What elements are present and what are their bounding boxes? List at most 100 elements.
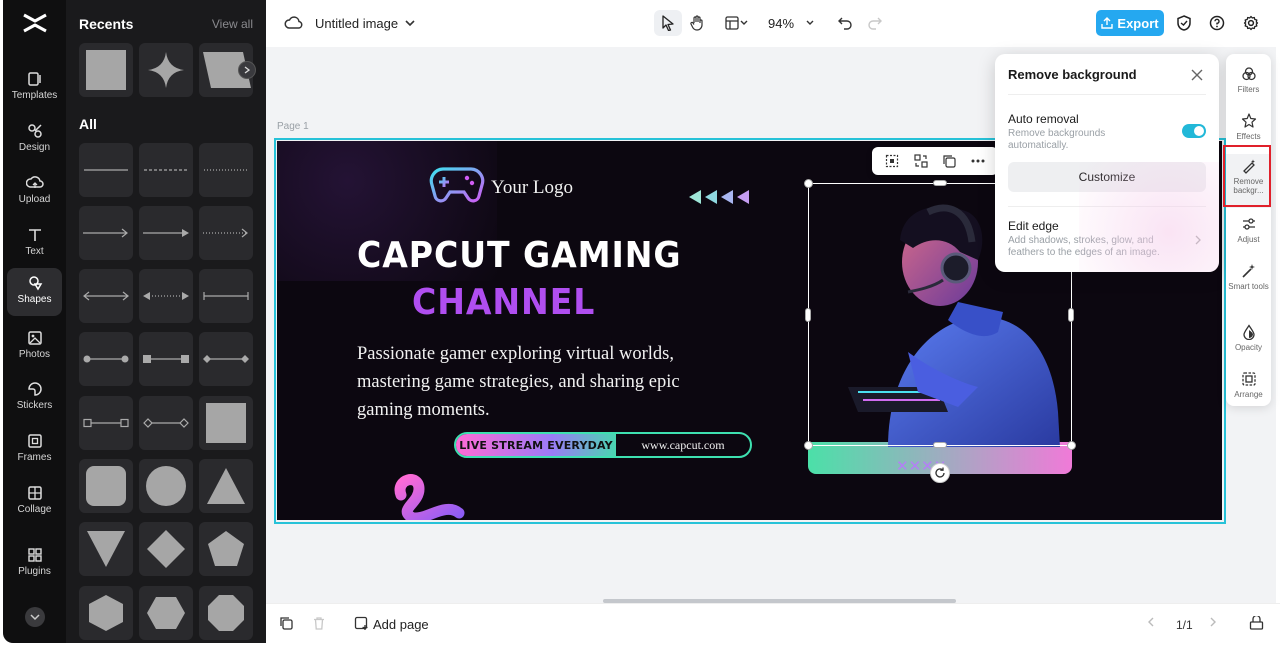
collapse-button[interactable] — [25, 607, 45, 627]
opacity-tool[interactable]: Opacity — [1226, 320, 1271, 364]
filters-tool[interactable]: Filters — [1226, 62, 1271, 106]
design-icon — [7, 122, 62, 140]
crop-select-icon[interactable] — [885, 154, 899, 168]
shape-pentagon-tile[interactable] — [199, 522, 253, 576]
help-button[interactable] — [1207, 10, 1227, 36]
zoom-dropdown-button[interactable] — [802, 10, 818, 36]
title-line-1[interactable]: CAPCUT GAMING — [357, 235, 682, 276]
shape-hexagon-tile[interactable] — [79, 586, 133, 640]
shape-octagon-tile[interactable] — [199, 586, 253, 640]
delete-page-button[interactable] — [312, 616, 326, 630]
description-text[interactable]: Passionate gamer exploring virtual world… — [357, 340, 727, 424]
capcut-logo-icon[interactable] — [22, 12, 48, 34]
shape-triangle-tile[interactable] — [199, 459, 253, 513]
duplicate-page-button[interactable] — [279, 616, 293, 630]
shield-button[interactable] — [1174, 10, 1194, 36]
rail-item-plugins[interactable]: Plugins — [7, 540, 62, 588]
shape-circle-tile[interactable] — [139, 459, 193, 513]
smart-tools-tool[interactable]: Smart tools — [1226, 259, 1271, 309]
close-icon[interactable] — [1190, 68, 1204, 82]
rail-item-shapes[interactable]: Shapes — [7, 268, 62, 316]
shape-arrow-filled-tile[interactable] — [139, 206, 193, 260]
undo-button[interactable] — [834, 10, 856, 36]
resize-handle-top[interactable] — [933, 180, 947, 186]
rail-item-collage[interactable]: Collage — [7, 478, 62, 526]
previous-page-button[interactable] — [1146, 616, 1156, 628]
shape-square-line-tile[interactable] — [139, 332, 193, 386]
resize-handle-right[interactable] — [1068, 308, 1074, 322]
magic-wand-icon — [1226, 263, 1271, 281]
logo-text[interactable]: Your Logo — [491, 177, 573, 199]
shape-rounded-square-tile[interactable] — [79, 459, 133, 513]
next-page-button[interactable] — [1208, 616, 1218, 628]
octagon-shape-icon — [208, 595, 244, 631]
help-icon — [1209, 15, 1225, 31]
view-all-link[interactable]: View all — [212, 17, 253, 31]
duplicate-icon — [280, 617, 293, 630]
select-tool-button[interactable] — [654, 10, 682, 36]
hand-tool-button[interactable] — [684, 10, 710, 36]
shape-arrow-tile[interactable] — [79, 206, 133, 260]
shape-bar-line-tile[interactable] — [199, 269, 253, 323]
squiggle-decoration-icon[interactable] — [389, 473, 469, 520]
shape-dotted-arrow-tile[interactable] — [199, 206, 253, 260]
rail-item-photos[interactable]: Photos — [7, 323, 62, 371]
resize-handle-bottom[interactable] — [933, 442, 947, 448]
shape-dotted-line-tile[interactable] — [199, 143, 253, 197]
recents-next-button[interactable] — [238, 61, 256, 79]
shape-hexagon-flat-tile[interactable] — [139, 586, 193, 640]
resize-handle-tl[interactable] — [804, 179, 813, 188]
shape-dashed-line-tile[interactable] — [139, 143, 193, 197]
adjust-tool[interactable]: Adjust — [1226, 212, 1271, 256]
shape-star-tile[interactable] — [139, 43, 193, 97]
arrange-tool[interactable]: Arrange — [1226, 367, 1271, 411]
more-icon[interactable] — [971, 159, 985, 163]
shape-dot-line-tile[interactable] — [79, 332, 133, 386]
rail-item-design[interactable]: Design — [7, 116, 62, 164]
title-line-2[interactable]: CHANNEL — [412, 282, 595, 323]
rail-item-stickers[interactable]: Stickers — [7, 374, 62, 422]
chevron-right-icon[interactable] — [1193, 234, 1203, 246]
cloud-icon[interactable] — [284, 14, 304, 32]
replace-icon[interactable] — [914, 154, 928, 168]
export-button[interactable]: Export — [1096, 10, 1164, 36]
shape-double-dotted-arrow-tile[interactable] — [139, 269, 193, 323]
add-page-button[interactable]: Add page — [373, 617, 429, 632]
resize-handle-bl[interactable] — [804, 441, 813, 450]
rotate-handle[interactable] — [930, 463, 950, 483]
shape-hollow-diamond-line-tile[interactable] — [139, 396, 193, 450]
arrows-decoration-icon[interactable] — [689, 189, 751, 205]
left-rail: Templates Design Upload Text Shapes Phot… — [3, 0, 66, 643]
shape-hollow-square-line-tile[interactable] — [79, 396, 133, 450]
chevron-down-icon[interactable] — [404, 16, 416, 30]
edit-edge-label[interactable]: Edit edge — [1008, 219, 1059, 233]
shape-diamond-line-tile[interactable] — [199, 332, 253, 386]
shape-diamond-tile[interactable] — [139, 522, 193, 576]
duplicate-icon[interactable] — [942, 154, 956, 168]
rail-item-upload[interactable]: Upload — [7, 168, 62, 216]
redo-button[interactable] — [864, 10, 886, 36]
rail-item-templates[interactable]: Templates — [7, 64, 62, 112]
stream-pill[interactable]: LIVE STREAM EVERYDAY www.capcut.com — [454, 432, 752, 458]
auto-removal-toggle[interactable] — [1182, 124, 1206, 138]
shape-square-tile[interactable] — [79, 43, 133, 97]
resize-handle-left[interactable] — [805, 308, 811, 322]
rail-item-frames[interactable]: Frames — [7, 426, 62, 474]
shape-inverted-triangle-tile[interactable] — [79, 522, 133, 576]
floating-toolbar — [872, 147, 998, 175]
customize-button[interactable]: Customize — [1008, 162, 1206, 192]
layout-button[interactable] — [720, 10, 754, 36]
gamepad-icon[interactable] — [429, 163, 485, 205]
shape-double-arrow-tile[interactable] — [79, 269, 133, 323]
page-manager-button[interactable] — [1249, 616, 1264, 630]
shape-line-tile[interactable] — [79, 143, 133, 197]
add-page-icon-wrap[interactable] — [354, 616, 369, 631]
remove-background-panel: Remove background Auto removal Remove ba… — [995, 54, 1219, 272]
settings-button[interactable] — [1241, 10, 1261, 36]
shield-icon — [1177, 15, 1191, 31]
shape-square-large-tile[interactable] — [199, 396, 253, 450]
zoom-level[interactable]: 94% — [768, 16, 794, 31]
document-title[interactable]: Untitled image — [315, 16, 398, 31]
rail-item-text[interactable]: Text — [7, 220, 62, 268]
resize-handle-br[interactable] — [1067, 441, 1076, 450]
